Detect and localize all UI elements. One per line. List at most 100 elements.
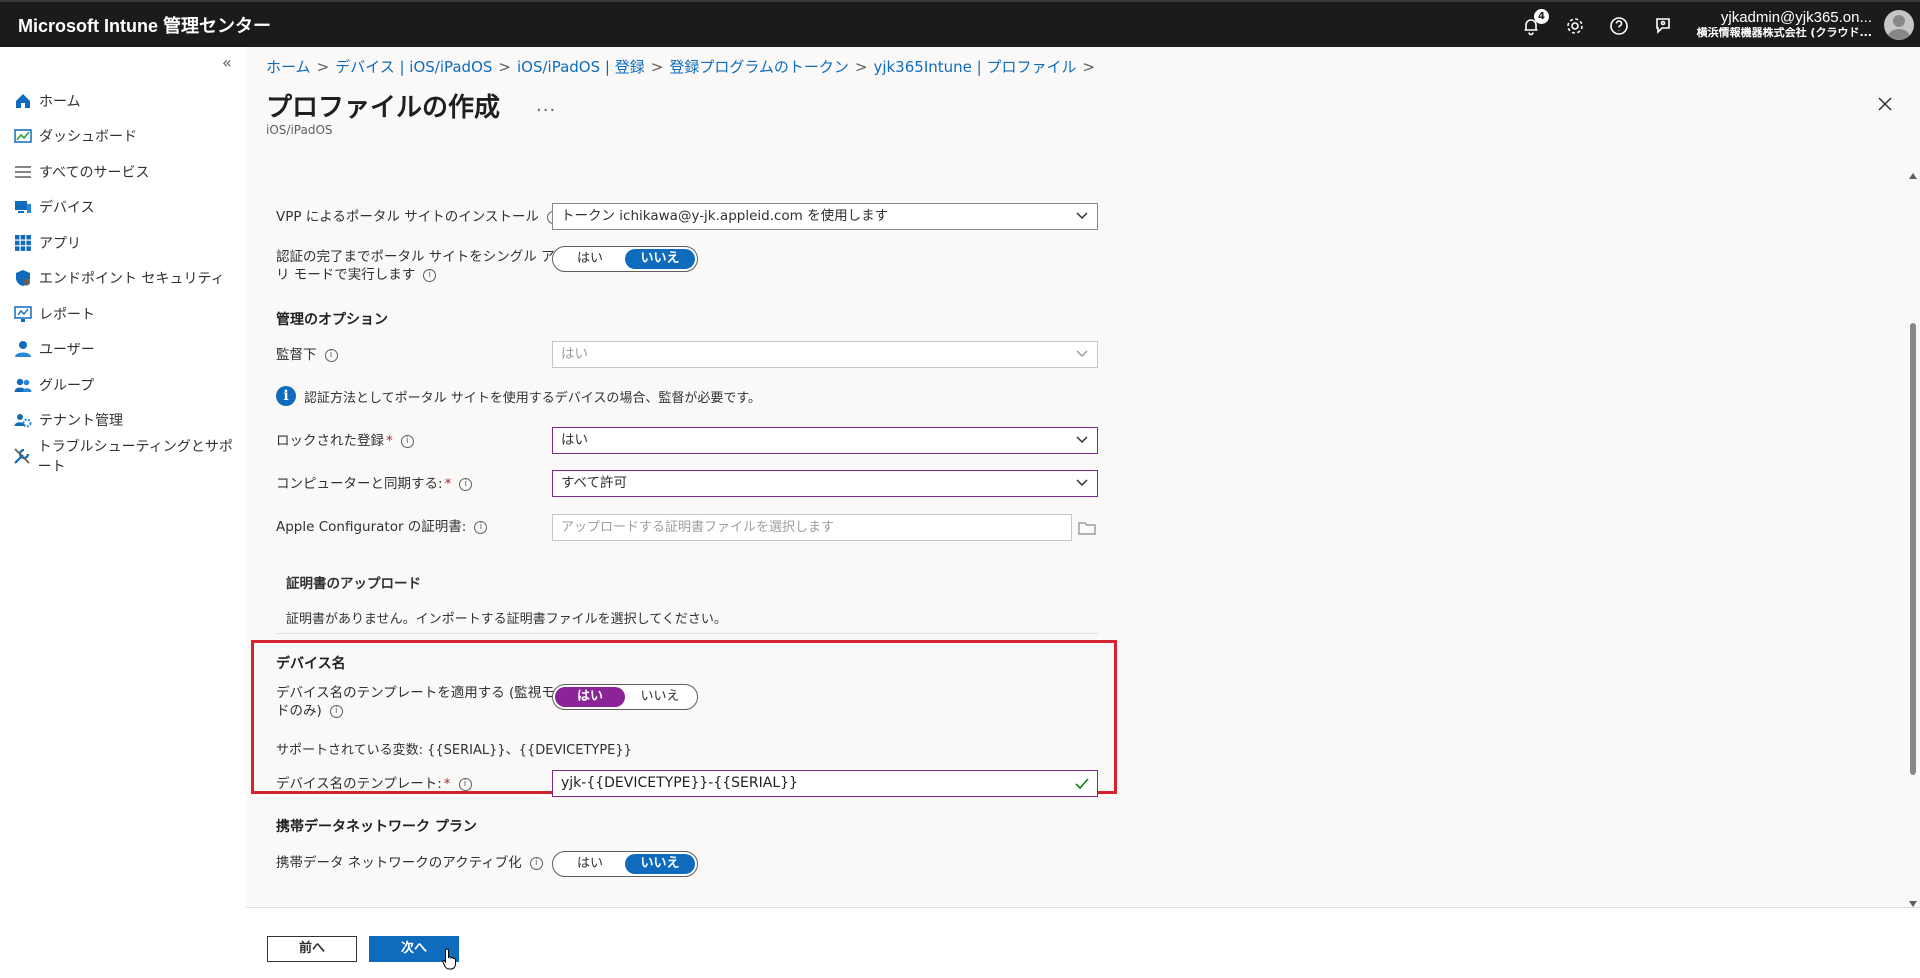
apps-icon: [13, 233, 33, 253]
tenant-icon: [13, 410, 33, 430]
info-icon[interactable]: i: [458, 777, 472, 791]
supervised-label-row: 監督下 i: [276, 346, 338, 364]
toggle-yes[interactable]: はい: [555, 854, 625, 874]
vpp-value: トークン ichikawa@y-jk.appleid.com を使用します: [561, 208, 889, 224]
supervised-value: はい: [561, 346, 588, 362]
help-icon: [1610, 16, 1628, 35]
sidebar-item-reports[interactable]: レポート: [0, 296, 246, 332]
toggle-yes[interactable]: はい: [555, 687, 625, 707]
supported-variables-text: サポートされている変数: {{SERIAL}}、{{DEVICETYPE}}: [276, 743, 632, 758]
locked-label: ロックされた登録: [276, 433, 384, 449]
apply-template-label-line1: デバイス名のテンプレートを適用する (監視モー: [276, 685, 569, 701]
feedback-button[interactable]: [1652, 15, 1674, 37]
breadcrumb-separator: >: [1082, 58, 1096, 76]
gear-icon: [1567, 17, 1583, 34]
info-icon[interactable]: i: [474, 520, 488, 534]
single-app-label-line1: 認証の完了までポータル サイトをシングル アプ: [276, 249, 569, 265]
cellular-toggle[interactable]: はい いいえ: [552, 851, 698, 877]
page-title: プロファイルの作成: [266, 93, 501, 123]
sidebar-item-devices[interactable]: デバイス: [0, 190, 246, 226]
scroll-up-arrow[interactable]: [1909, 173, 1917, 179]
top-bar: Microsoft Intune 管理センター 4 yjkadmin@yjk36…: [0, 0, 1920, 47]
previous-button[interactable]: 前へ: [267, 936, 357, 962]
close-icon[interactable]: [1876, 95, 1894, 113]
required-marker: *: [386, 433, 393, 449]
notifications-button[interactable]: 4: [1520, 8, 1549, 37]
account-info[interactable]: yjkadmin@yjk365.on... 横浜情報機器株式会社 (クラウド..…: [1692, 10, 1872, 39]
vpp-label: VPP によるポータル サイトのインストール: [276, 209, 539, 225]
apply-template-label-row: デバイス名のテンプレートを適用する (監視モー ドのみ) i: [276, 684, 568, 720]
template-value: yjk-{{DEVICETYPE}}-{{SERIAL}}: [561, 775, 798, 791]
toggle-no[interactable]: いいえ: [625, 687, 695, 707]
sidebar-item-endpoint-security[interactable]: エンドポイント セキュリティ: [0, 261, 246, 297]
device-name-template-input[interactable]: yjk-{{DEVICETYPE}}-{{SERIAL}}: [552, 770, 1098, 797]
sidebar-item-users[interactable]: ユーザー: [0, 332, 246, 368]
settings-button[interactable]: [1564, 15, 1586, 37]
locked-enrollment-dropdown[interactable]: はい: [552, 427, 1098, 454]
breadcrumb: ホーム > デバイス | iOS/iPadOS > iOS/iPadOS | 登録 > 登録…: [266, 56, 1101, 77]
more-options-button[interactable]: ...: [536, 95, 556, 116]
info-icon[interactable]: i: [529, 856, 543, 870]
single-app-toggle[interactable]: はい いいえ: [552, 246, 698, 272]
device-name-heading: デバイス名: [276, 656, 346, 672]
sync-dropdown[interactable]: すべて許可: [552, 470, 1098, 497]
sidebar-item-dashboard[interactable]: ダッシュボード: [0, 119, 246, 155]
sync-label-row: コンピューターと同期する: * i: [276, 475, 473, 493]
footer-bar: 前へ 次へ: [246, 907, 1920, 978]
user-org: 横浜情報機器株式会社 (クラウド...: [1696, 26, 1872, 39]
chevron-down-icon: [1076, 212, 1088, 220]
sidebar-item-home[interactable]: ホーム: [0, 83, 246, 119]
cert-upload-heading: 証明書のアップロード: [286, 576, 421, 592]
info-icon[interactable]: i: [324, 348, 338, 362]
vertical-scrollbar[interactable]: [1906, 147, 1920, 907]
nav-list: ホーム ダッシュボード すべてのサービス デバイス アプリ エンドポイント セキ…: [0, 83, 246, 475]
breadcrumb-profiles[interactable]: yjk365Intune | プロファイル: [873, 58, 1076, 76]
avatar[interactable]: [1884, 10, 1914, 40]
sidebar-item-tenant-admin[interactable]: テナント管理: [0, 403, 246, 439]
sidebar-item-label: エンドポイント セキュリティ: [39, 271, 225, 288]
supervised-notice: i 認証方法としてポータル サイトを使用するデバイスの場合、監督が必要です。: [276, 386, 761, 406]
sync-value: すべて許可: [561, 475, 628, 491]
scroll-thumb[interactable]: [1910, 323, 1916, 775]
toggle-no[interactable]: いいえ: [625, 249, 695, 269]
hand-cursor-icon: [442, 948, 456, 970]
app-title[interactable]: Microsoft Intune 管理センター: [0, 12, 271, 38]
sidebar-item-label: アプリ: [39, 235, 81, 252]
list-icon: [13, 162, 33, 182]
sidebar-item-groups[interactable]: グループ: [0, 367, 246, 403]
management-options-heading: 管理のオプション: [276, 312, 388, 328]
info-icon[interactable]: i: [423, 268, 437, 282]
user-name: yjkadmin@yjk365.on...: [1720, 10, 1872, 26]
breadcrumb-devices[interactable]: デバイス | iOS/iPadOS: [335, 58, 492, 76]
sidebar-item-label: ユーザー: [39, 342, 95, 359]
info-circle-icon: i: [276, 386, 296, 406]
collapse-sidebar-button[interactable]: «: [222, 53, 232, 72]
folder-icon[interactable]: [1078, 521, 1096, 535]
supervised-dropdown: はい: [552, 341, 1098, 368]
vpp-dropdown[interactable]: トークン ichikawa@y-jk.appleid.com を使用します: [552, 203, 1098, 230]
info-icon[interactable]: i: [459, 477, 473, 491]
locked-value: はい: [561, 432, 588, 448]
info-icon[interactable]: i: [329, 704, 343, 718]
toggle-yes[interactable]: はい: [555, 249, 625, 269]
apple-cfg-label-row: Apple Configurator の証明書: i: [276, 518, 488, 536]
sidebar-item-troubleshooting[interactable]: トラブルシューティングとサポート: [0, 438, 246, 475]
sidebar-item-label: ダッシュボード: [39, 129, 137, 146]
info-icon[interactable]: i: [400, 434, 414, 448]
sidebar-item-apps[interactable]: アプリ: [0, 225, 246, 261]
feedback-icon: [1656, 17, 1670, 34]
sidebar-item-all-services[interactable]: すべてのサービス: [0, 154, 246, 190]
breadcrumb-enrollment[interactable]: iOS/iPadOS | 登録: [517, 58, 645, 76]
apple-cfg-label: Apple Configurator の証明書:: [276, 519, 467, 535]
apply-template-label-line2: ドのみ): [276, 703, 322, 719]
breadcrumb-separator: >: [316, 58, 330, 76]
apply-template-toggle[interactable]: はい いいえ: [552, 684, 698, 710]
main-content: ホーム > デバイス | iOS/iPadOS > iOS/iPadOS | 登録 > 登録…: [246, 47, 1920, 978]
breadcrumb-tokens[interactable]: 登録プログラムのトークン: [669, 58, 849, 76]
sidebar-item-label: レポート: [39, 306, 95, 323]
shield-icon: [13, 268, 33, 288]
breadcrumb-home[interactable]: ホーム: [266, 58, 311, 76]
toggle-no[interactable]: いいえ: [625, 854, 695, 874]
help-button[interactable]: [1608, 15, 1630, 37]
apple-cfg-file-input[interactable]: アップロードする証明書ファイルを選択します: [552, 514, 1072, 541]
